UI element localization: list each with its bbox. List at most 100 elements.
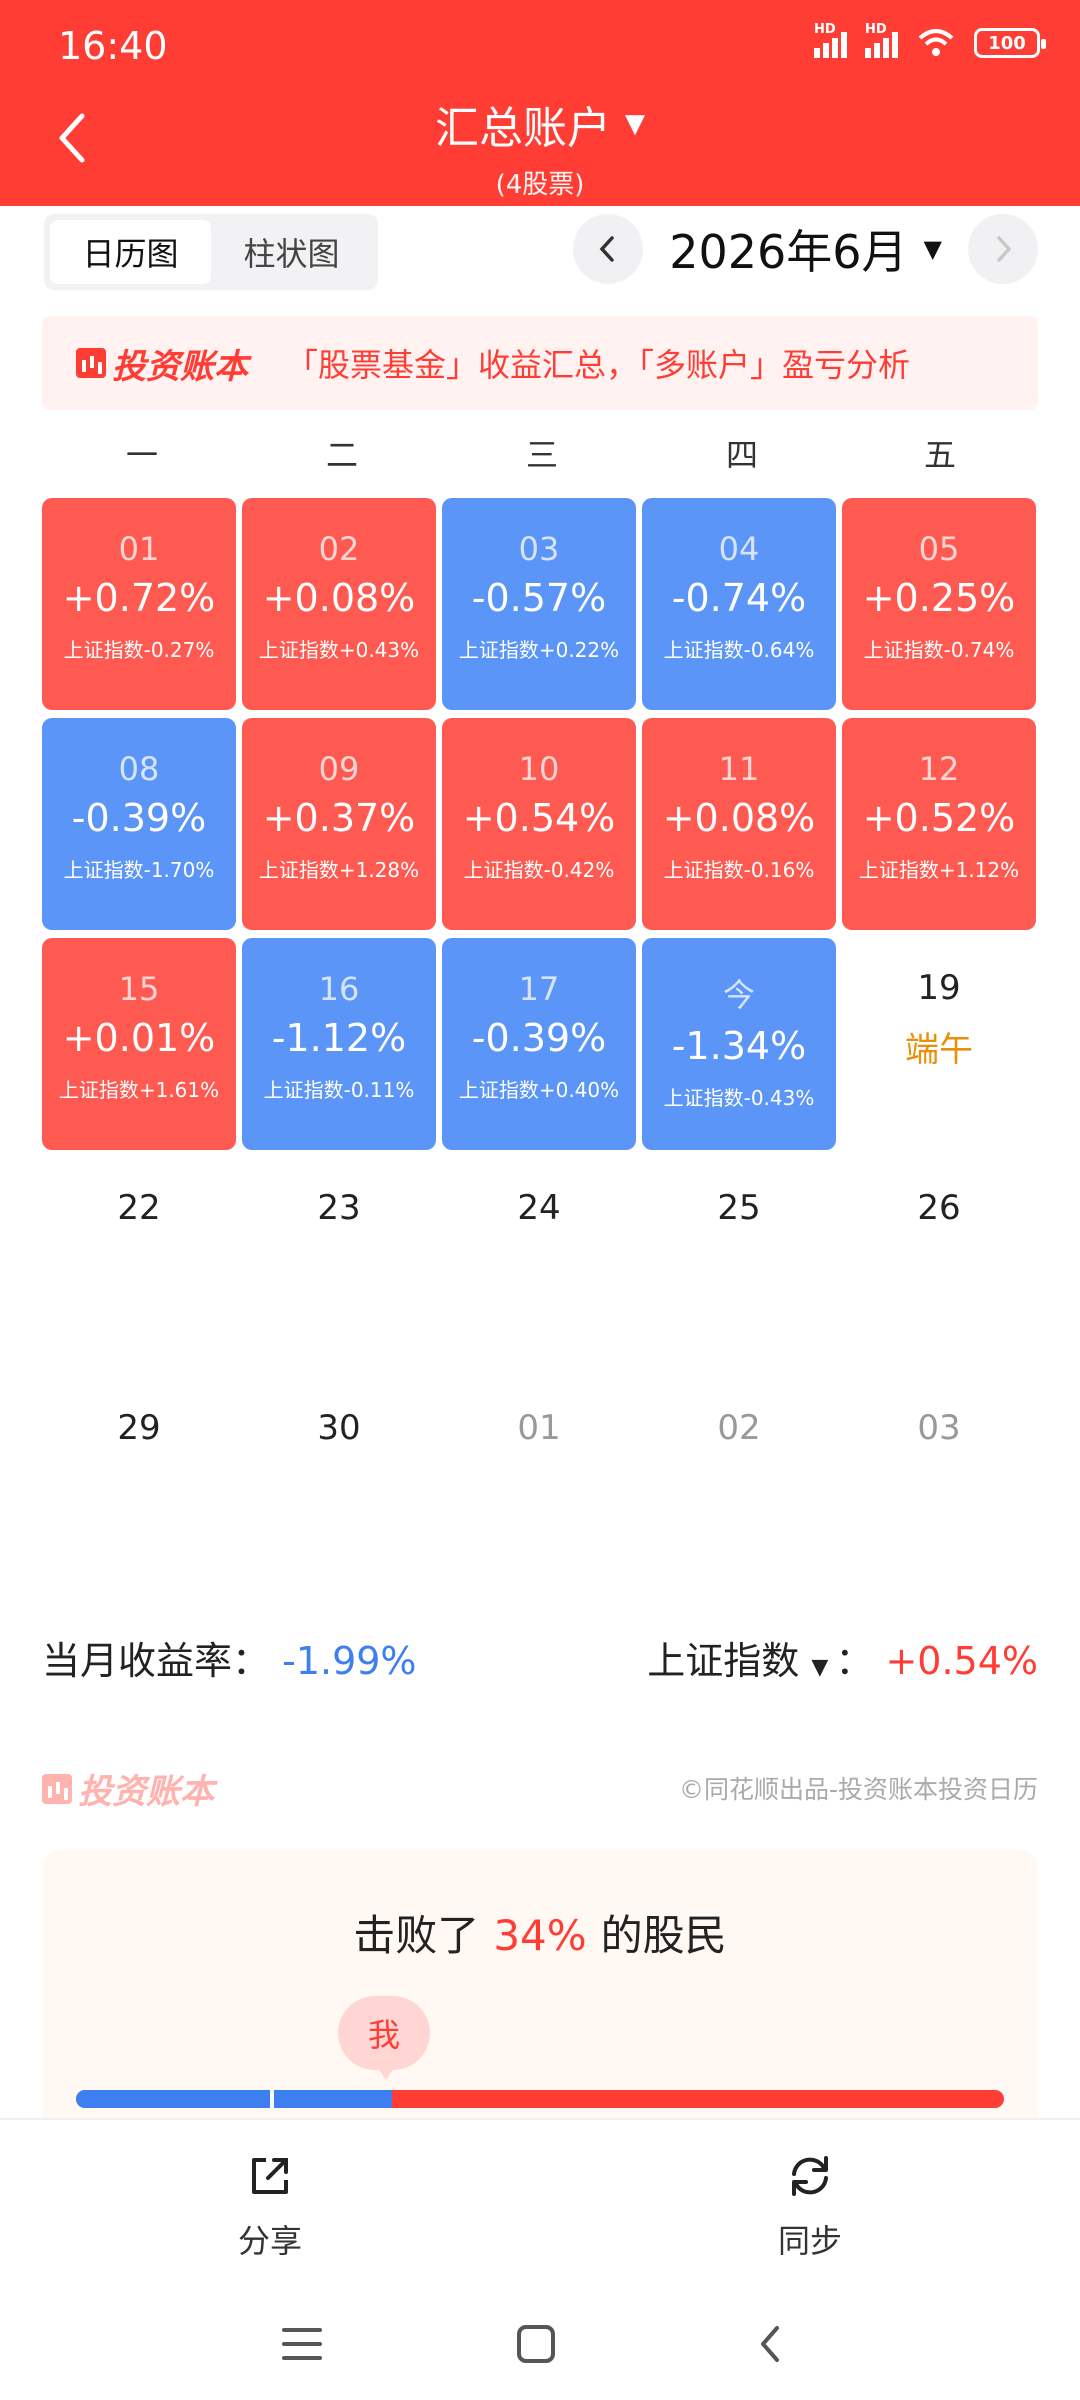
wifi-icon	[918, 29, 954, 56]
index-change: 上证指数-0.27%	[63, 638, 215, 662]
weekday-label: 二	[325, 436, 358, 474]
system-back-button[interactable]	[740, 2314, 800, 2374]
month-selector[interactable]: 2026年6月 ▼	[669, 216, 942, 282]
index-label: 上证指数	[647, 1639, 800, 1683]
index-value: +0.54%	[885, 1639, 1038, 1683]
day-number: 15	[118, 970, 160, 1008]
day-number: 02	[717, 1408, 761, 1448]
ranking-bar-fill	[76, 2090, 392, 2108]
daily-return: +0.54%	[462, 796, 616, 840]
menu-icon	[282, 2328, 322, 2360]
calendar-day-cell[interactable]: 24	[442, 1158, 636, 1370]
month-return-value: -1.99%	[282, 1639, 417, 1683]
calendar-day-cell[interactable]: 19 端午	[842, 938, 1036, 1150]
calendar-day-cell[interactable]: 03 -0.57% 上证指数+0.22%	[442, 498, 636, 710]
home-button[interactable]	[506, 2314, 566, 2374]
day-number: 04	[718, 530, 760, 568]
calendar-day-cell[interactable]: 25	[642, 1158, 836, 1370]
calendar-day-cell[interactable]: 01	[442, 1378, 636, 1590]
daily-return: +0.52%	[862, 796, 1016, 840]
tab-bar-chart[interactable]: 柱状图	[211, 220, 372, 284]
daily-return: -0.57%	[471, 576, 607, 620]
day-number: 09	[318, 750, 360, 788]
chevron-right-icon	[997, 236, 1012, 262]
daily-return: -1.34%	[671, 1024, 807, 1068]
share-label: 分享	[237, 2222, 302, 2260]
calendar-day-cell[interactable]: 02	[642, 1378, 836, 1590]
month-summary: 当月收益率： -1.99% 上证指数 ▼ ： +0.54%	[42, 1630, 1038, 1690]
daily-return: -0.39%	[71, 796, 207, 840]
index-change: 上证指数+1.28%	[258, 858, 420, 882]
calendar-day-cell[interactable]: 05 +0.25% 上证指数-0.74%	[842, 498, 1036, 710]
index-selector[interactable]: 上证指数 ▼ ： +0.54%	[647, 1630, 1038, 1685]
back-icon	[761, 2326, 779, 2362]
share-button[interactable]: 分享	[190, 2150, 350, 2262]
daily-return: -0.39%	[471, 1016, 607, 1060]
index-change: 上证指数-0.42%	[463, 858, 615, 882]
logo-icon	[76, 348, 106, 378]
tab-calendar[interactable]: 日历图	[50, 220, 211, 284]
caret-down-icon: ▼	[811, 1655, 836, 1680]
calendar-day-cell[interactable]: 12 +0.52% 上证指数+1.12%	[842, 718, 1036, 930]
status-time: 16:40	[58, 24, 168, 68]
sync-button[interactable]: 同步	[730, 2150, 890, 2262]
chevron-left-icon	[599, 236, 614, 262]
next-month-button[interactable]	[968, 214, 1038, 284]
calendar-day-cell[interactable]: 15 +0.01% 上证指数+1.61%	[42, 938, 236, 1150]
ranking-title: 击败了 34% 的股民	[353, 1911, 727, 1960]
weekday-label: 三	[525, 436, 558, 474]
home-icon	[517, 2325, 555, 2363]
page-subtitle: (4股票)	[495, 170, 585, 200]
weekday-header: 一 二 三 四 五	[42, 430, 1038, 476]
calendar-day-cell[interactable]: 04 -0.74% 上证指数-0.64%	[642, 498, 836, 710]
calendar-day-cell[interactable]: 30	[242, 1378, 436, 1590]
calendar-day-cell[interactable]: 02 +0.08% 上证指数+0.43%	[242, 498, 436, 710]
day-number: 30	[317, 1408, 361, 1448]
index-change: 上证指数-1.70%	[63, 858, 215, 882]
page-title: 汇总账户	[435, 103, 611, 154]
calendar-day-cell[interactable]: 11 +0.08% 上证指数-0.16%	[642, 718, 836, 930]
calendar-day-cell[interactable]: 23	[242, 1158, 436, 1370]
month-return-label: 当月收益率：	[42, 1639, 271, 1683]
daily-return: -0.74%	[671, 576, 807, 620]
sync-label: 同步	[777, 2222, 842, 2260]
signal-icon: HD	[814, 22, 847, 58]
calendar-day-cell[interactable]: 22	[42, 1158, 236, 1370]
index-change: 上证指数+0.40%	[458, 1078, 620, 1102]
daily-return: +0.25%	[862, 576, 1016, 620]
calendar-day-cell[interactable]: 01 +0.72% 上证指数-0.27%	[42, 498, 236, 710]
calendar-day-cell[interactable]: 26	[842, 1158, 1036, 1370]
calendar-day-cell[interactable]: 17 -0.39% 上证指数+0.40%	[442, 938, 636, 1150]
calendar-day-cell[interactable]: 10 +0.54% 上证指数-0.42%	[442, 718, 636, 930]
ranking-marker	[270, 2090, 274, 2108]
logo-icon	[42, 1773, 72, 1804]
day-number: 10	[518, 750, 560, 788]
holiday-label: 端午	[905, 1030, 973, 1070]
index-change: 上证指数+0.22%	[458, 638, 620, 662]
system-navigation-bar	[0, 2286, 1080, 2400]
promo-banner[interactable]: 投资账本 「股票基金」收益汇总，「多账户」盈亏分析	[42, 316, 1038, 410]
calendar-day-cell[interactable]: 03	[842, 1378, 1036, 1590]
month-label: 2026年6月	[669, 225, 908, 279]
daily-return: +0.01%	[62, 1016, 216, 1060]
day-number: 今	[722, 976, 755, 1014]
daily-return: +0.08%	[262, 576, 416, 620]
calendar-day-cell[interactable]: 16 -1.12% 上证指数-0.11%	[242, 938, 436, 1150]
prev-month-button[interactable]	[573, 214, 644, 284]
weekday-label: 一	[125, 436, 158, 474]
menu-button[interactable]	[272, 2314, 332, 2374]
calendar-day-cell[interactable]: 09 +0.37% 上证指数+1.28%	[242, 718, 436, 930]
status-bar: 16:40 HD HD 100	[0, 0, 1080, 90]
battery-icon: 100	[974, 28, 1046, 58]
caret-down-icon: ▼	[923, 235, 942, 263]
calendar-day-cell[interactable]: 今 -1.34% 上证指数-0.43%	[642, 938, 836, 1150]
day-number: 22	[117, 1188, 161, 1228]
calendar-day-cell[interactable]: 08 -0.39% 上证指数-1.70%	[42, 718, 236, 930]
daily-return: +0.72%	[62, 576, 216, 620]
daily-return: +0.37%	[262, 796, 416, 840]
day-number: 02	[318, 530, 360, 568]
month-navigation: 2026年6月 ▼	[573, 214, 1038, 284]
calendar-day-cell[interactable]: 29	[42, 1378, 236, 1590]
day-number: 12	[918, 750, 960, 788]
account-selector[interactable]: 汇总账户 ▼ (4股票)	[0, 92, 1080, 201]
